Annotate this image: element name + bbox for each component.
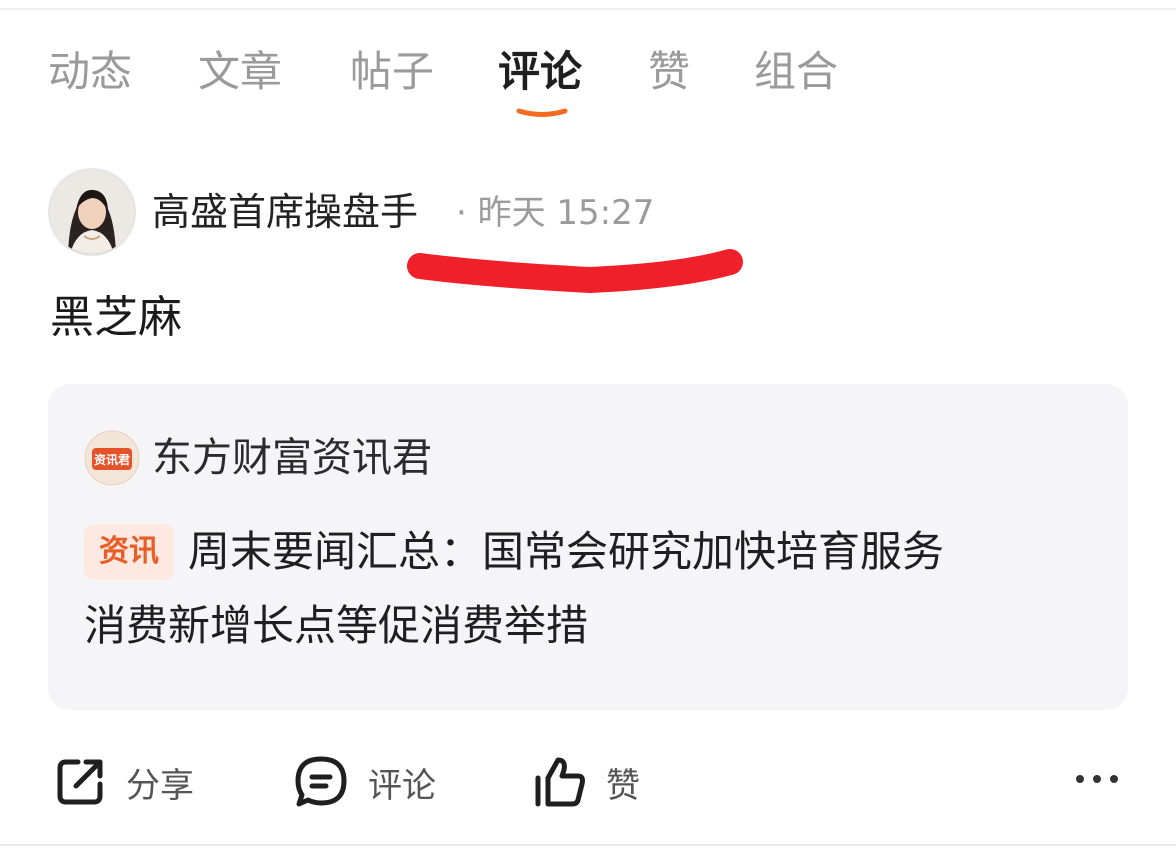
news-badge: 资讯 [84,524,174,580]
active-tab-indicator [516,108,568,117]
svg-text:资讯君: 资讯君 [94,452,130,467]
share-label: 分享 [126,765,194,806]
tab-articles[interactable]: 文章 [198,40,282,104]
author-name[interactable]: 高盛首席操盘手 [152,186,418,238]
tab-posts[interactable]: 帖子 [350,40,434,104]
more-options-icon[interactable] [1072,764,1122,794]
bottom-divider [0,844,1176,846]
tab-dynamic[interactable]: 动态 [48,40,132,104]
tab-comments[interactable]: 评论 [498,40,582,104]
comment-button[interactable]: 评论 [292,742,436,822]
thumbs-up-icon [535,757,585,807]
comment-bubble-icon [295,756,347,807]
red-scribble-mark [407,249,743,294]
like-label: 赞 [606,765,640,806]
article-headline-line2[interactable]: 消费新增长点等促消费举措 [84,594,588,658]
avatar[interactable] [48,168,136,256]
quoted-article-card[interactable]: 资讯君 东方财富资讯君 资讯 周末要闻汇总：国常会研究加快培育服务 消费新增长点… [48,384,1128,710]
source-name[interactable]: 东方财富资讯君 [152,430,432,486]
comment-label: 评论 [368,765,436,806]
share-icon [57,759,103,805]
article-headline-line1[interactable]: 周末要闻汇总：国常会研究加快培育服务 [188,520,944,584]
comment-text: 黑芝麻 [50,292,182,343]
tab-bar: 动态 文章 帖子 评论 赞 组合 [0,40,1176,110]
tab-portfolio[interactable]: 组合 [754,40,838,104]
like-button[interactable]: 赞 [532,742,640,822]
source-logo-icon: 资讯君 [84,430,140,486]
action-bar: 分享 评论 赞 [0,742,1176,822]
post-time: · 昨天 15:27 [456,193,655,233]
top-divider [0,8,1176,10]
share-button[interactable]: 分享 [52,742,194,822]
tab-likes[interactable]: 赞 [648,40,690,104]
